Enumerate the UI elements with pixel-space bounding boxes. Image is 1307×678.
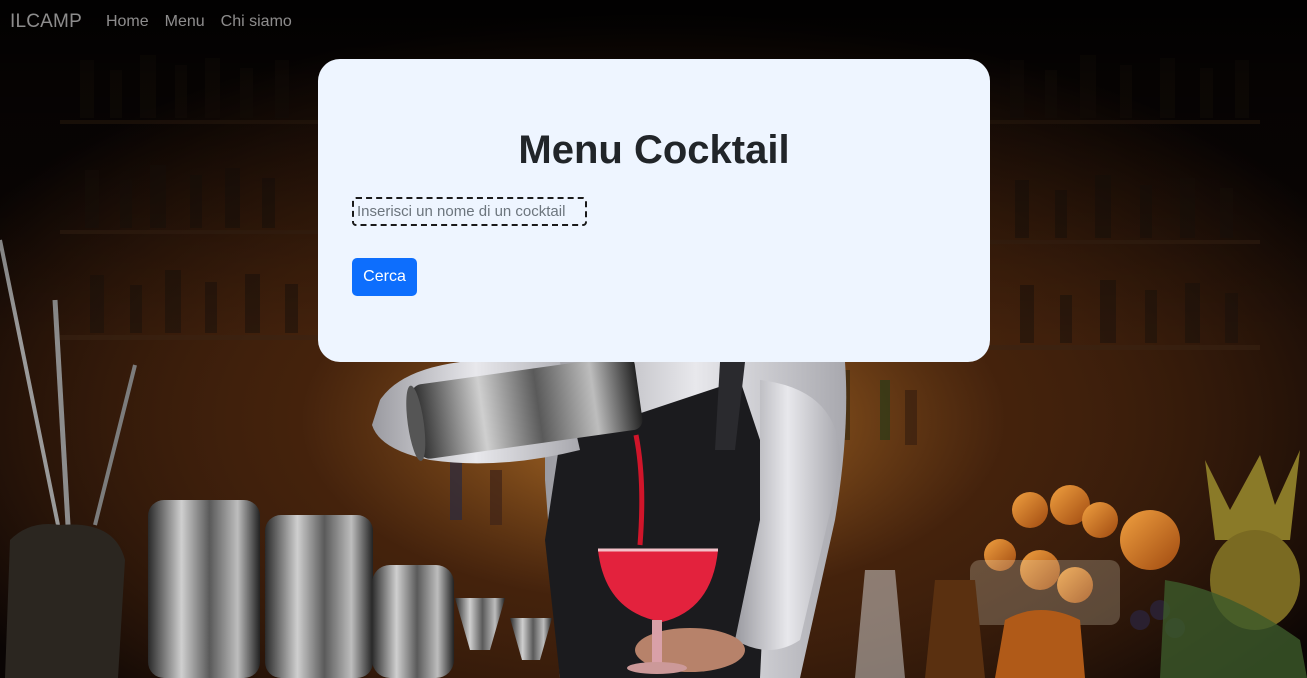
- page: ILCAMP Home Menu Chi siamo Menu Cocktail…: [0, 0, 1307, 678]
- nav-link-menu[interactable]: Menu: [157, 13, 213, 31]
- cocktail-search-input[interactable]: [352, 197, 587, 226]
- page-title: Menu Cocktail: [518, 128, 790, 172]
- brand-logo[interactable]: ILCAMP: [10, 11, 82, 33]
- nav-links: Home Menu Chi siamo: [106, 13, 300, 31]
- nav-link-chi-siamo[interactable]: Chi siamo: [213, 13, 300, 31]
- navbar: ILCAMP Home Menu Chi siamo: [0, 0, 1307, 44]
- search-button[interactable]: Cerca: [352, 258, 417, 296]
- nav-link-home[interactable]: Home: [106, 13, 157, 31]
- search-card: Menu Cocktail Cerca: [318, 59, 990, 362]
